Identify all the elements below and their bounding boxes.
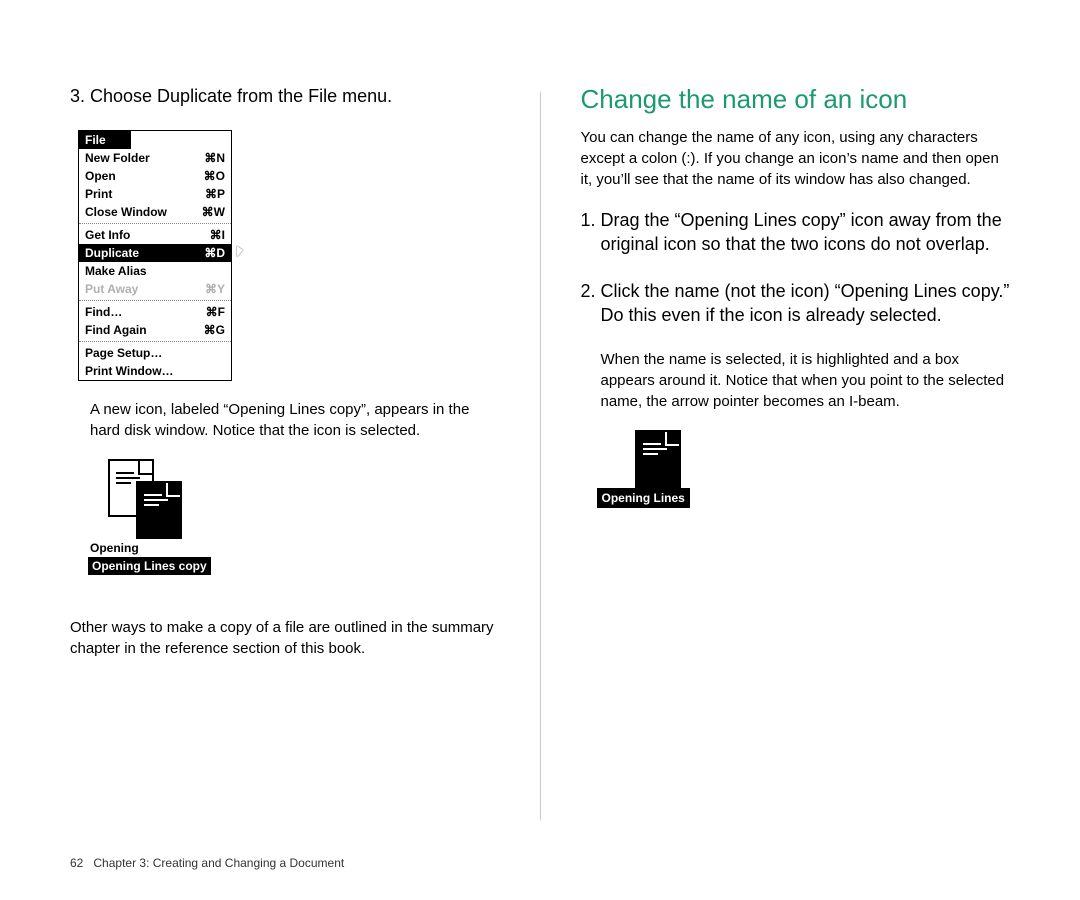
menu-separator	[79, 341, 231, 342]
menu-separator	[79, 223, 231, 224]
menu-item-open[interactable]: Open⌘O	[79, 167, 231, 185]
step-1-line-b: original icon so that the two icons do n…	[601, 232, 1011, 256]
step-1-line-a: Drag the “Opening Lines copy” icon away …	[601, 210, 1002, 230]
right-column: Change the name of an icon You can chang…	[581, 84, 1011, 900]
menu-item-put-away: Put Away⌘Y	[79, 280, 231, 298]
menu-item-duplicate[interactable]: Duplicate⌘D	[79, 244, 231, 262]
step-1: 1.Drag the “Opening Lines copy” icon awa…	[581, 208, 1011, 257]
menu-item-make-alias[interactable]: Make Alias	[79, 262, 231, 280]
section-intro: You can change the name of any icon, usi…	[581, 127, 1011, 190]
step-2-number: 2.	[581, 279, 601, 303]
menu-item-page-setup[interactable]: Page Setup…	[79, 344, 231, 362]
menu-item-get-info[interactable]: Get Info⌘I	[79, 226, 231, 244]
step-3-text: Choose Duplicate from the File menu.	[90, 86, 392, 106]
chapter-label: Chapter 3: Creating and Changing a Docum…	[93, 856, 344, 870]
two-icons-figure: Opening Opening Lines copy	[88, 459, 258, 599]
file-menu-title: File	[79, 131, 131, 149]
step-2-line-b: Do this even if the icon is already sele…	[601, 303, 1011, 327]
left-column: 3.Choose Duplicate from the File menu. F…	[70, 84, 500, 900]
document-icon-selected	[635, 430, 681, 488]
back-icon-label: Opening	[90, 541, 139, 555]
menu-item-find[interactable]: Find…⌘F	[79, 303, 231, 321]
step-2-line-a: Click the name (not the icon) “Opening L…	[601, 281, 1010, 301]
step-1-number: 1.	[581, 208, 601, 232]
page-footer: 62 Chapter 3: Creating and Changing a Do…	[70, 856, 344, 870]
menu-separator	[79, 300, 231, 301]
document-icon-selected	[136, 481, 182, 539]
closing-paragraph: Other ways to make a copy of a file are …	[70, 617, 500, 659]
post-step2-paragraph: When the name is selected, it is highlig…	[601, 349, 1011, 412]
page-number: 62	[70, 856, 83, 870]
column-divider	[540, 92, 541, 820]
step-3: 3.Choose Duplicate from the File menu.	[70, 84, 500, 108]
menu-item-close-window[interactable]: Close Window⌘W	[79, 203, 231, 221]
front-icon-label-selected: Opening Lines copy	[90, 559, 209, 573]
menu-item-print[interactable]: Print⌘P	[79, 185, 231, 203]
post-menu-paragraph: A new icon, labeled “Opening Lines copy”…	[90, 399, 500, 441]
menu-item-print-window[interactable]: Print Window…	[79, 362, 231, 380]
file-menu-figure: File New Folder⌘N Open⌘O Print⌘P Close W…	[78, 130, 500, 381]
section-heading: Change the name of an icon	[581, 84, 1011, 115]
menu-item-find-again[interactable]: Find Again⌘G	[79, 321, 231, 339]
rename-label-part-a[interactable]: Opening Lines	[599, 490, 688, 506]
step-2: 2.Click the name (not the icon) “Opening…	[581, 279, 1011, 328]
step-3-number: 3.	[70, 84, 90, 108]
menu-item-new-folder[interactable]: New Folder⌘N	[79, 149, 231, 167]
single-icon-figure: Opening Lines copy	[599, 430, 769, 530]
file-menu: File New Folder⌘N Open⌘O Print⌘P Close W…	[78, 130, 232, 381]
